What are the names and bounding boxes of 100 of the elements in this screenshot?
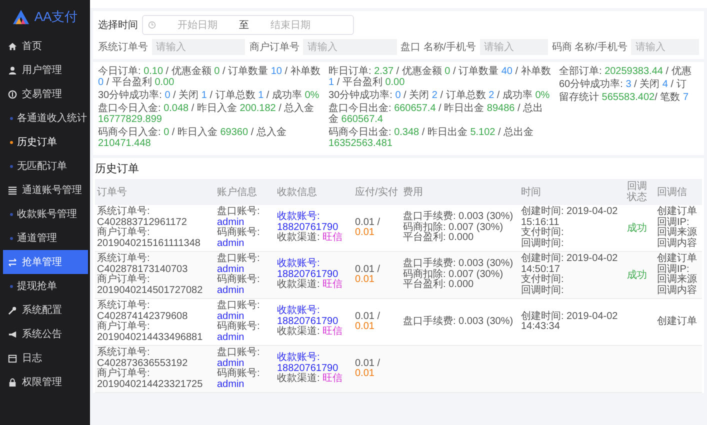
amount-text: 0.01 / 0.01: [355, 312, 382, 332]
account-info-text: 码商账号: admin: [217, 275, 261, 296]
nav-item[interactable]: 首页: [0, 34, 90, 58]
fee-text: 盘口手续费: 0.003 (30%): [403, 259, 514, 270]
column-header: 收款信息: [277, 186, 317, 198]
list-icon: [8, 186, 17, 194]
callback-info-text: 回调IP:: [657, 264, 690, 274]
logo-icon: [12, 9, 30, 25]
time-text: 创建时间: 2019-04-02 14:43:34: [521, 312, 619, 332]
section-title: 历史订单: [95, 162, 140, 176]
callback-info-text: 创建订单: [657, 207, 698, 217]
status-text: 成功: [627, 270, 647, 281]
swap-arrows-icon: [8, 258, 17, 266]
payee-info-text: 收款渠道: 旺信: [277, 233, 344, 244]
start-date-field[interactable]: 开始日期: [160, 20, 235, 30]
nav-subitem[interactable]: 各通道收入统计: [0, 106, 90, 130]
date-label: 选择时间: [98, 18, 138, 32]
fee-text: 平台盈利: 0.000: [403, 233, 475, 244]
lock-icon: [8, 378, 17, 386]
nav-item[interactable]: 抢单管理: [3, 250, 88, 274]
nav-item[interactable]: 系统配置: [0, 298, 90, 322]
stat-line: 60分钟成功率: 3 / 关闭 4 / 订: [559, 79, 688, 90]
column-header: 时间: [521, 186, 541, 198]
logo-text: AA支付: [34, 8, 78, 26]
nav-subitem[interactable]: 收款账号管理: [0, 202, 90, 226]
nav-subitem[interactable]: 历史订单: [0, 130, 90, 154]
input-field[interactable]: 请输入: [152, 39, 246, 55]
stat-line: 今日订单: 0.10 / 优惠金额 0 / 订单数量 10 / 补单数 0 / 平台盈利 0.00: [98, 66, 322, 88]
callback-info-text: 回调来源: [657, 275, 698, 285]
account-info-text: 码商账号: admin: [217, 228, 261, 249]
time-text: 回调时间:: [521, 286, 565, 296]
column-header: 订单号: [97, 186, 127, 198]
order-number-text: 系统订单号: C402883712961172: [97, 207, 188, 228]
payee-info-text: 收款渠道: 旺信: [277, 327, 344, 338]
amount-text: 0.01 / 0.01: [355, 218, 382, 238]
payee-info-text: 收款账号: 18820761790: [277, 306, 338, 327]
nav-item[interactable]: 交易管理: [0, 82, 90, 106]
column-header: 费用: [403, 186, 423, 198]
nav-item[interactable]: 系统公告: [0, 322, 90, 346]
time-text: 创建时间: 2019-04-02 14:50:17: [521, 254, 619, 274]
callback-info-text: 回调内容: [657, 286, 698, 296]
column-header: 回调状态: [627, 181, 647, 203]
account-info-text: 盘口账号: admin: [217, 254, 261, 274]
time-text: 支付时间:: [521, 228, 565, 238]
callback-info-text: 回调内容: [657, 238, 698, 249]
account-info-text: 盘口账号: admin: [217, 207, 261, 228]
stat-line: 留存统计 565583.402/ 笔数 7: [559, 92, 690, 103]
callback-info-text: 创建订单: [657, 254, 698, 264]
column-header: 回调信: [657, 186, 687, 198]
nav-item[interactable]: 用户管理: [0, 58, 90, 82]
account-info-text: 码商账号: admin: [217, 322, 261, 343]
input-field[interactable]: 请输入: [480, 39, 548, 55]
order-number-text: 系统订单号: C402873636553192: [97, 348, 189, 368]
amount-text: 0.01 / 0.01: [355, 264, 382, 286]
status-text: 成功: [627, 223, 647, 234]
callback-info-text: 回调IP:: [657, 218, 690, 228]
fee-text: 盘口手续费: 0.003 (30%): [403, 316, 514, 328]
fee-text: 盘口手续费: 0.003 (30%): [403, 212, 514, 222]
nav-item[interactable]: 权限管理: [0, 370, 90, 394]
fee-text: 平台盈利: 0.000: [403, 280, 475, 291]
payee-info-text: 收款渠道: 旺信: [277, 374, 344, 385]
payee-info-text: 收款账号: 18820761790: [277, 212, 338, 233]
amount-text: 0.01 / 0.01: [355, 358, 382, 380]
order-number-text: 系统订单号: C402874142379608: [97, 301, 189, 322]
field-label: 商户订单号: [249, 40, 300, 54]
clock-icon: [148, 21, 156, 29]
account-info-text: 码商账号: admin: [217, 369, 261, 390]
stat-line: 昨日订单: 2.37 / 优惠金额 0 / 订单数量 40 / 补单数 1 / 平台盈利 0.00: [328, 66, 552, 88]
field-label: 码商 名称/手机号: [552, 40, 628, 54]
account-info-text: 盘口账号: admin: [217, 348, 261, 368]
nav-item[interactable]: 通道账号管理: [0, 178, 90, 202]
stat-line: 30分钟成功率: 0 / 关闭 1 / 订单总数 1 / 成功率 0%: [98, 90, 320, 101]
payee-info-text: 收款账号: 18820761790: [277, 259, 338, 280]
fee-text: 码商扣除: 0.007 (30%): [403, 270, 504, 280]
callback-info-text: 回调来源: [657, 228, 698, 238]
input-field[interactable]: 请输入: [631, 39, 699, 55]
column-header: 账户信息: [217, 186, 257, 198]
time-text: 创建时间: 2019-04-02 15:16:11: [521, 207, 619, 228]
end-date-field[interactable]: 结束日期: [253, 20, 328, 30]
megaphone-icon: [8, 330, 17, 338]
stat-line: 码商今日出金: 0.348 / 昨日出金 5.102 / 总出金 16352563.481: [328, 127, 535, 149]
stat-line: 码商今日入金: 0 / 昨日入金 69360 / 总入金 210471.448: [98, 127, 288, 149]
nav-subitem[interactable]: 提现抢单: [0, 274, 90, 298]
input-field[interactable]: 请输入: [303, 39, 396, 55]
order-number-text: 商户订单号: 2019040214501727082: [97, 275, 204, 296]
calendar-icon: [8, 354, 17, 362]
nav-subitem[interactable]: 通道管理: [0, 226, 90, 250]
field-label: 系统订单号: [98, 40, 148, 54]
user-icon: [8, 66, 17, 74]
range-separator: 至: [239, 19, 249, 32]
nav-item[interactable]: 日志: [0, 346, 90, 370]
stat-line: 30分钟成功率: 0 / 关闭 2 / 订单总数 2 / 成功率 0%: [328, 90, 551, 101]
order-number-text: 商户订单号: 2019040214433496881: [97, 322, 204, 343]
order-number-text: 商户订单号: 2019040215161111348: [97, 228, 202, 249]
column-header: 应付/实付: [355, 186, 398, 198]
order-number-text: 系统订单号: C402878173140703: [97, 254, 189, 274]
payee-info-text: 收款渠道: 旺信: [277, 280, 344, 291]
home-icon: [8, 42, 17, 50]
nav-subitem[interactable]: 无匹配订单: [0, 154, 90, 178]
field-label: 盘口 名称/手机号: [400, 40, 476, 54]
